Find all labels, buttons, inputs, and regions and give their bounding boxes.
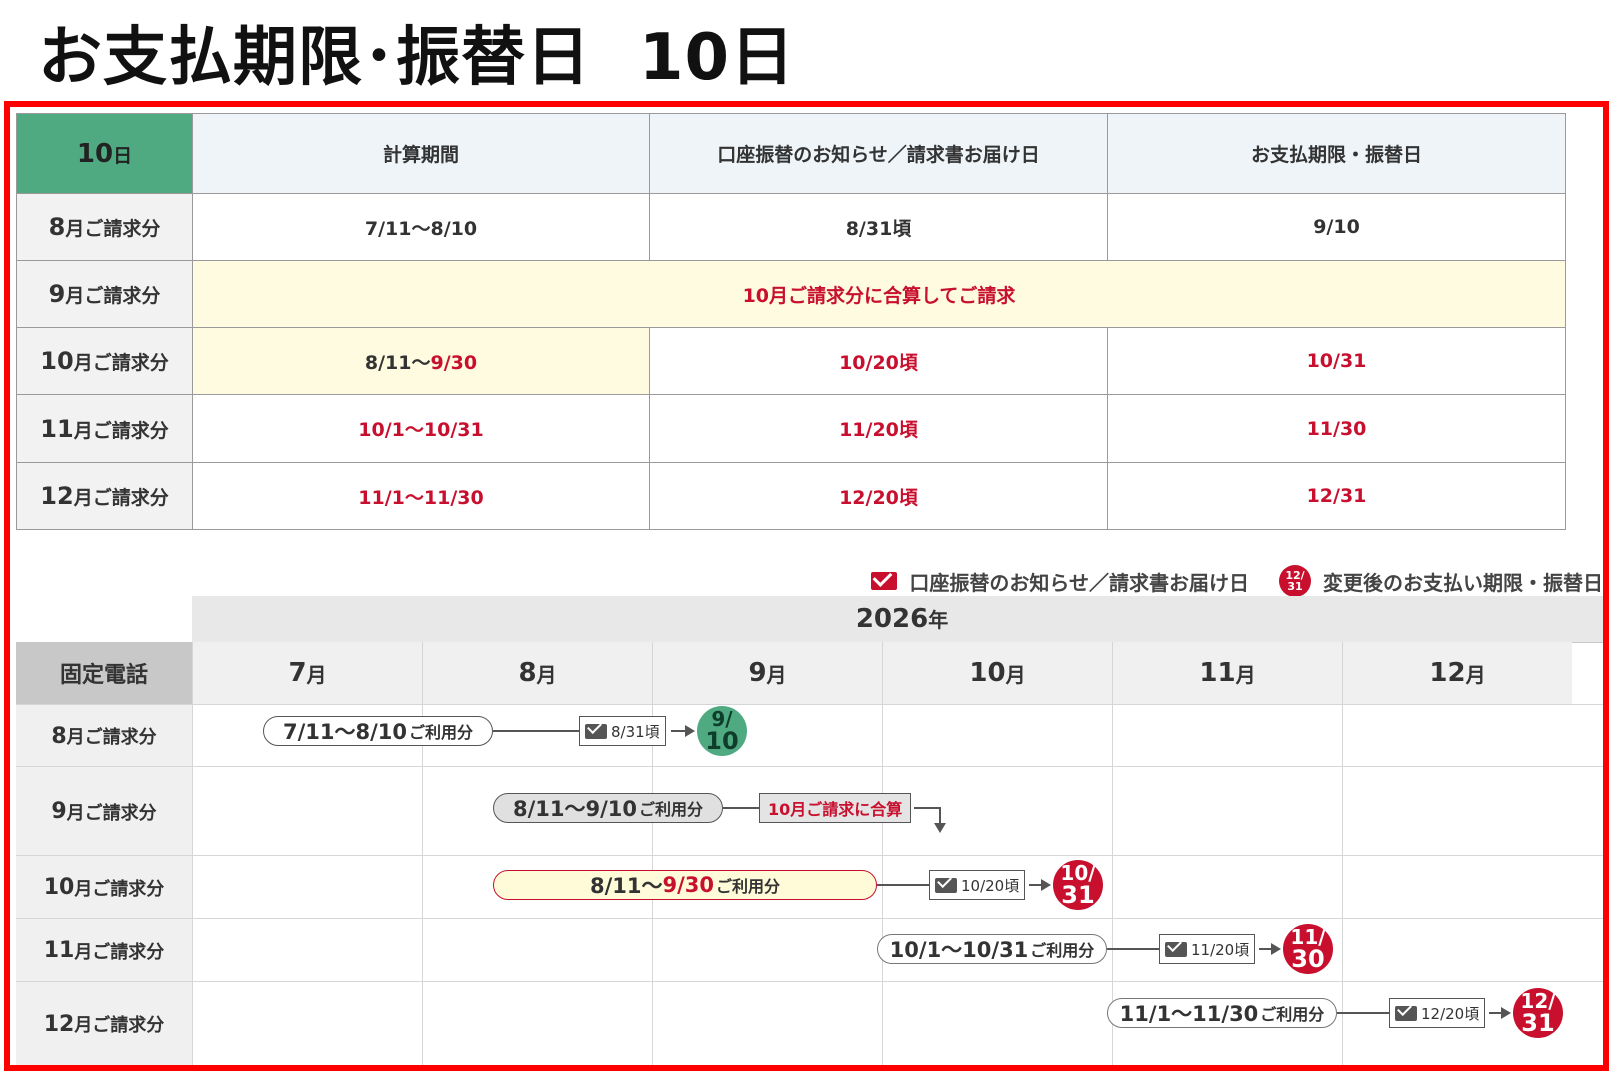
notice-box: 11/20頃 xyxy=(1159,934,1256,964)
header-due: お支払期限・振替日 xyxy=(1107,113,1566,194)
due-date-badge: 10/31 xyxy=(1053,860,1103,910)
merged-cell: 10月ご請求分に合算してご請求 xyxy=(192,260,1566,328)
usage-pill: 10/1～10/31 ご利用分 xyxy=(877,934,1107,964)
row-label: 10月ご請求分 xyxy=(16,327,193,395)
month-header: 11 月 xyxy=(1112,642,1342,704)
envelope-icon xyxy=(1395,1005,1417,1021)
page-title: お支払期限･振替日 10日 xyxy=(38,18,795,98)
legend-due-label: 変更後のお支払い期限・振替日 xyxy=(1323,570,1603,595)
table-row: 10月ご請求分 8/11～9/30 10/20頃 10/31 xyxy=(16,327,1566,395)
schedule-table: 10日 計算期間 口座振替のお知らせ／請求書お届け日 お支払期限・振替日 8月ご… xyxy=(16,113,1566,530)
notice-cell: 10/20頃 xyxy=(649,327,1108,395)
page-title-sub: 10日 xyxy=(639,21,796,95)
usage-pill: 11/1～11/30 ご利用分 xyxy=(1107,998,1337,1028)
header-period: 計算期間 xyxy=(192,113,650,194)
year-header: 2026年 xyxy=(192,596,1603,643)
notice-box: 10/20頃 xyxy=(929,870,1026,900)
notice-cell: 11/20頃 xyxy=(649,394,1108,463)
table-row: 12月ご請求分 11/1～11/30 12/20頃 12/31 xyxy=(16,462,1566,530)
schedule-frame: 10日 計算期間 口座振替のお知らせ／請求書お届け日 お支払期限・振替日 8月ご… xyxy=(4,101,1609,1071)
usage-pill: 8/11～9/10 ご利用分 xyxy=(493,793,723,823)
envelope-icon xyxy=(935,877,957,893)
notice-box: 8/31頃 xyxy=(579,716,666,746)
gantt-row-label: 8 月ご請求分 xyxy=(16,705,192,767)
legend: 口座振替のお知らせ／請求書お届け日 12/31 変更後のお支払い期限・振替日 xyxy=(871,565,1603,597)
row-label: 12月ご請求分 xyxy=(16,462,193,530)
gantt-corner: 固定電話 xyxy=(16,642,192,704)
gantt-row-label: 9 月ご請求分 xyxy=(16,767,192,856)
schedule-corner: 10日 xyxy=(16,113,193,194)
legend-notice-label: 口座振替のお知らせ／請求書お届け日 xyxy=(909,570,1249,595)
month-header: 10 月 xyxy=(882,642,1112,704)
envelope-icon xyxy=(871,572,898,590)
notice-box: 12/20頃 xyxy=(1389,998,1486,1028)
row-label: 9月ご請求分 xyxy=(16,260,193,328)
due-date-badge-icon: 12/31 xyxy=(1279,565,1311,597)
gantt-row: 8 月ご請求分 xyxy=(16,704,1603,767)
period-cell: 11/1～11/30 xyxy=(192,462,650,530)
month-header: 8月 xyxy=(422,642,652,704)
header-notice: 口座振替のお知らせ／請求書お届け日 xyxy=(649,113,1108,194)
gantt-row-label: 12 月ご請求分 xyxy=(16,982,192,1065)
period-cell: 7/11～8/10 xyxy=(192,193,650,261)
usage-pill: 7/11～8/10 ご利用分 xyxy=(263,716,493,746)
month-header: 7月 xyxy=(192,642,422,704)
gantt-row-label: 10 月ご請求分 xyxy=(16,856,192,919)
notice-cell: 8/31頃 xyxy=(649,193,1108,261)
gantt-row: 11 月ご請求分 xyxy=(16,918,1603,982)
table-row: 11月ご請求分 10/1～10/31 11/20頃 11/30 xyxy=(16,394,1566,463)
row-label: 11月ご請求分 xyxy=(16,394,193,463)
gantt-row-label: 11 月ご請求分 xyxy=(16,919,192,982)
due-cell: 10/31 xyxy=(1107,327,1566,395)
due-date-badge: 12/31 xyxy=(1513,988,1563,1038)
due-cell: 11/30 xyxy=(1107,394,1566,463)
period-cell: 8/11～9/30 xyxy=(192,327,650,395)
notice-cell: 12/20頃 xyxy=(649,462,1108,530)
due-cell: 9/10 xyxy=(1107,193,1566,261)
table-row: 8月ご請求分 7/11～8/10 8/31頃 9/10 xyxy=(16,193,1566,261)
envelope-icon xyxy=(1165,941,1187,957)
month-header: 12 月 xyxy=(1342,642,1572,704)
gantt-row: 12 月ご請求分 xyxy=(16,981,1603,1065)
due-cell: 12/31 xyxy=(1107,462,1566,530)
envelope-icon xyxy=(585,723,607,739)
usage-pill: 8/11～ 9/30 ご利用分 xyxy=(493,870,877,900)
due-date-badge: 11/30 xyxy=(1283,924,1333,974)
row-label: 8月ご請求分 xyxy=(16,193,193,261)
combine-box: 10月ご請求に合算 xyxy=(759,793,912,823)
table-row: 9月ご請求分 10月ご請求分に合算してご請求 xyxy=(16,260,1566,328)
schedule-header-row: 10日 計算期間 口座振替のお知らせ／請求書お届け日 お支払期限・振替日 xyxy=(16,113,1566,194)
page-title-main: お支払期限･振替日 xyxy=(38,21,591,95)
period-cell: 10/1～10/31 xyxy=(192,394,650,463)
month-header: 9月 xyxy=(652,642,882,704)
due-date-badge: 9/10 xyxy=(697,706,747,756)
gantt-header: 固定電話 7月 8月 9月 10 月 11 月 12 月 xyxy=(16,642,1603,704)
